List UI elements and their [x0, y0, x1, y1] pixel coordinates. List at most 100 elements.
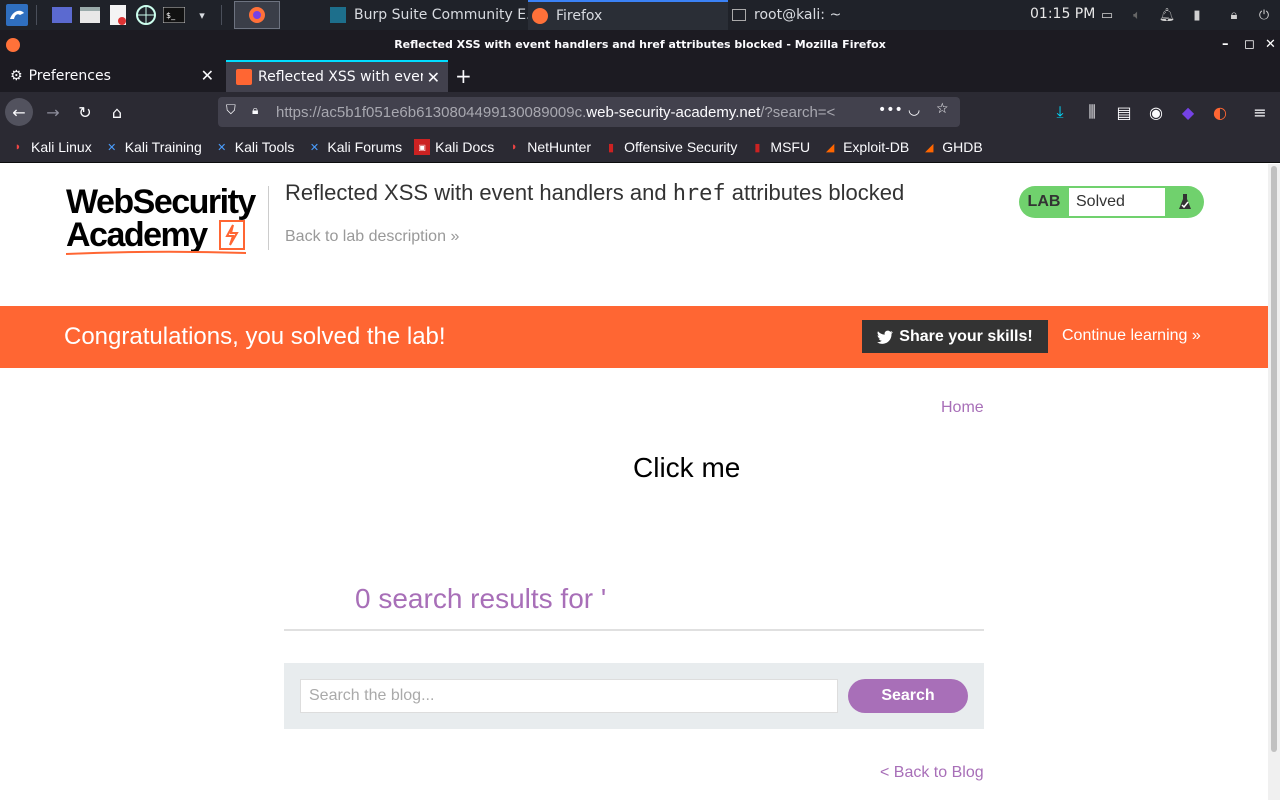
task-label: Burp Suite Community E...: [354, 7, 540, 23]
bookmark-offensive-security[interactable]: ▮ Offensive Security: [603, 139, 737, 155]
account-icon[interactable]: ◉: [1142, 98, 1170, 126]
close-tab-icon[interactable]: ✕: [427, 68, 440, 87]
lock-icon[interactable]: 🔒︎: [1225, 6, 1243, 24]
close-window-icon[interactable]: ✕: [1265, 30, 1276, 60]
bookmark-kali-docs[interactable]: ▣ Kali Docs: [414, 139, 494, 155]
web-security-academy-logo[interactable]: WebSecurity Academy: [66, 185, 266, 256]
url-host: web-security-academy.net: [586, 104, 761, 121]
notification-bell-icon[interactable]: 🔔︎: [1158, 6, 1176, 24]
ghdb-icon: ◢: [925, 141, 934, 154]
bookmark-label: Kali Tools: [234, 139, 295, 155]
task-terminal[interactable]: root@kali: ~: [732, 0, 841, 30]
bookmark-kali-tools[interactable]: ✕ Kali Tools: [214, 139, 295, 155]
taskbar-separator: [36, 5, 37, 25]
lab-title-part1: Reflected XSS with event handlers and: [285, 180, 673, 205]
window-titlebar: Reflected XSS with event handlers and hr…: [0, 30, 1280, 60]
search-input[interactable]: [300, 679, 838, 713]
hamburger-menu-icon[interactable]: ≡: [1246, 98, 1274, 126]
bookmark-label: NetHunter: [527, 139, 592, 155]
page-scrollbar[interactable]: [1268, 164, 1280, 800]
exploit-db-icon: ◢: [825, 141, 835, 154]
kali-menu-icon[interactable]: [6, 4, 28, 26]
continue-learning-link[interactable]: Continue learning »: [1062, 327, 1201, 345]
file-manager-icon[interactable]: [79, 4, 101, 26]
bookmark-kali-training[interactable]: ✕ Kali Training: [104, 139, 202, 155]
tab-reflected-xss[interactable]: Reflected XSS with event ✕: [226, 60, 448, 92]
volume-icon[interactable]: 🔈︎: [1128, 6, 1146, 24]
close-tab-icon[interactable]: ✕: [201, 66, 214, 85]
click-me-link[interactable]: Click me: [633, 452, 740, 484]
logo-underline: [66, 250, 246, 255]
clock[interactable]: 01:15 PM: [1030, 6, 1095, 22]
burp-icon: [330, 7, 346, 23]
offsec-icon: ▮: [608, 141, 615, 154]
url-text[interactable]: https://ac5b1f051e6b6130804499130089009c…: [276, 104, 835, 121]
display-icon[interactable]: ▭: [1098, 6, 1116, 24]
bookmark-msfu[interactable]: ▮ MSFU: [749, 139, 810, 155]
lock-icon[interactable]: 🔒︎: [252, 103, 258, 118]
minimize-icon[interactable]: –: [1222, 30, 1229, 60]
task-burp-suite[interactable]: Burp Suite Community E...: [330, 0, 539, 30]
kali-tools-icon: ✕: [217, 141, 227, 154]
congratulations-message: Congratulations, you solved the lab!: [64, 323, 446, 350]
continue-label: Continue learning: [1062, 327, 1188, 344]
shield-icon[interactable]: ⛉: [226, 103, 236, 118]
header-divider: [268, 186, 269, 250]
bookmark-ghdb[interactable]: ◢ GHDB: [921, 139, 983, 155]
firefox-window-icon: [6, 38, 20, 52]
page-actions-icon[interactable]: •••: [878, 102, 903, 118]
double-chevron-right-icon: »: [450, 228, 460, 245]
foxyproxy-icon[interactable]: ◐: [1206, 98, 1234, 126]
downloads-icon[interactable]: ⤓: [1046, 98, 1074, 126]
web-browser-icon[interactable]: [135, 4, 157, 26]
pocket-icon[interactable]: ◡: [908, 102, 920, 118]
system-taskbar: $_ ▾ Burp Suite Community E... Firefox r…: [0, 0, 1280, 30]
home-button[interactable]: ⌂: [103, 98, 131, 126]
search-form: Search: [284, 663, 984, 729]
library-icon[interactable]: ⫼: [1078, 98, 1106, 126]
lab-label: LAB: [1027, 193, 1061, 210]
terminal-icon[interactable]: $_: [163, 4, 185, 26]
bookmark-kali-forums[interactable]: ✕ Kali Forums: [306, 139, 402, 155]
bookmark-label: Kali Docs: [435, 139, 495, 155]
bookmark-exploit-db[interactable]: ◢ Exploit-DB: [822, 139, 909, 155]
maximize-icon[interactable]: ◻: [1244, 30, 1255, 60]
results-divider: [284, 629, 984, 631]
task-label: root@kali: ~: [754, 7, 842, 23]
url-suffix: /?search=<: [760, 104, 836, 121]
home-link[interactable]: Home: [941, 399, 984, 417]
tab-label: Reflected XSS with event: [258, 69, 423, 85]
forward-button[interactable]: →: [39, 98, 67, 126]
task-firefox[interactable]: Firefox: [528, 0, 728, 30]
scrollbar-thumb[interactable]: [1271, 166, 1277, 752]
search-button[interactable]: Search: [848, 679, 968, 713]
bookmark-nethunter[interactable]: ◗ NetHunter: [506, 139, 591, 155]
workspace-icon[interactable]: [51, 4, 73, 26]
bookmark-label: MSFU: [770, 139, 811, 155]
sidebar-icon[interactable]: ▤: [1110, 98, 1138, 126]
reload-button[interactable]: ↻: [71, 98, 99, 126]
back-button[interactable]: ←: [5, 98, 33, 126]
chevron-down-icon[interactable]: ▾: [191, 4, 213, 26]
tab-label: Preferences: [28, 68, 111, 84]
back-to-lab-description-link[interactable]: Back to lab description »: [285, 228, 459, 246]
kali-icon: ◗: [14, 141, 22, 153]
battery-icon[interactable]: ▮: [1188, 6, 1206, 24]
share-skills-button[interactable]: Share your skills!: [862, 320, 1048, 353]
bookmark-star-icon[interactable]: ☆: [936, 101, 949, 117]
terminal-small-icon: [732, 9, 746, 21]
tab-strip: ⚙ Preferences ✕ Reflected XSS with event…: [0, 60, 1280, 92]
firefox-launcher-icon[interactable]: [234, 1, 280, 29]
extension-icon[interactable]: ◆: [1174, 98, 1202, 126]
bookmark-label: Kali Forums: [327, 139, 403, 155]
twitter-icon: [877, 330, 894, 344]
new-tab-button[interactable]: +: [455, 64, 472, 88]
logo-line2-row: Academy: [66, 218, 266, 252]
url-bar[interactable]: ⛉ 🔒︎ https://ac5b1f051e6b613080449913008…: [218, 97, 960, 127]
bookmark-kali-linux[interactable]: ◗ Kali Linux: [10, 139, 92, 155]
back-to-blog-link[interactable]: < Back to Blog: [880, 764, 984, 782]
lab-status: Solved: [1069, 188, 1165, 216]
tab-preferences[interactable]: ⚙ Preferences ✕: [0, 60, 222, 92]
text-editor-icon[interactable]: [107, 4, 129, 26]
power-icon[interactable]: ⏻: [1255, 6, 1273, 24]
